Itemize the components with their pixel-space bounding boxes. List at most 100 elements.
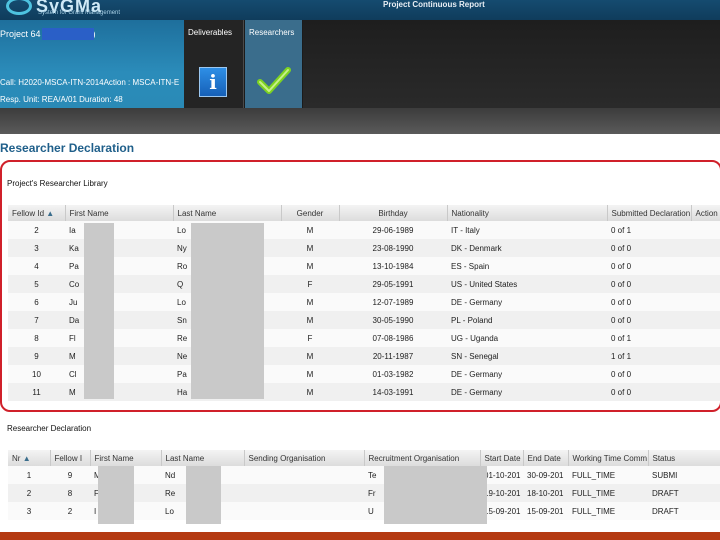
logo-subtitle: System for Grant Management (38, 10, 121, 16)
tab-researchers[interactable]: Researchers (245, 20, 302, 108)
cell-id: 4 (8, 257, 65, 275)
app-title: Project Continuous Report (383, 0, 485, 9)
cell-gender: M (281, 311, 339, 329)
tab-bar: Deliverables i Researchers (184, 20, 720, 108)
cell-submitted: 0 of 0 (607, 365, 691, 383)
cell-nr: 1 (8, 466, 50, 484)
col-submitted[interactable]: Submitted Declaration (607, 205, 692, 221)
table-row[interactable]: 5 Co Q F 29-05-1991 US - United States 0 of 0 (8, 275, 720, 293)
cell-birthday: 07-08-1986 (339, 329, 447, 347)
cell-gender: M (281, 221, 339, 239)
col-action[interactable]: Action (691, 205, 720, 221)
cell-gender: M (281, 293, 339, 311)
cell-first: Ia (65, 221, 173, 239)
tab-deliverables-label: Deliverables (188, 28, 233, 37)
cell-first: Pa (65, 257, 173, 275)
tab-bar-filler (303, 20, 720, 108)
cell-first: Ka (65, 239, 173, 257)
project-call: Call: H2020-MSCA-ITN-2014Action : MSCA-I… (0, 78, 180, 87)
col-fellow-id[interactable]: Fellow Id ▲ (8, 205, 66, 221)
cell-fellow: 8 (50, 484, 90, 502)
cell-sending (244, 502, 364, 520)
table-row[interactable]: 7 Da Sn M 30-05-1990 PL - Poland 0 of 0 (8, 311, 720, 329)
cell-gender: M (281, 239, 339, 257)
tab-deliverables[interactable]: Deliverables i (184, 20, 244, 108)
cell-submitted: 0 of 0 (607, 383, 691, 401)
table-header-row: Fellow Id ▲ First Name Last Name Gender … (8, 205, 720, 221)
table-row[interactable]: 3 Ka Ny M 23-08-1990 DK - Denmark 0 of 0 (8, 239, 720, 257)
cell-submitted: 0 of 0 (607, 257, 691, 275)
cell-gender: F (281, 275, 339, 293)
cell-action[interactable] (691, 311, 720, 329)
cell-action[interactable] (691, 275, 720, 293)
col-working-time[interactable]: Working Time Comm (568, 450, 649, 466)
col-start-date[interactable]: Start Date (480, 450, 524, 466)
table-row[interactable]: 11 M Ha M 14-03-1991 DE - Germany 0 of 0 (8, 383, 720, 401)
cell-gender: M (281, 365, 339, 383)
cell-first: Co (65, 275, 173, 293)
table-row[interactable]: 9 M Ne M 20-11-1987 SN - Senegal 1 of 1 (8, 347, 720, 365)
cell-gender: M (281, 347, 339, 365)
cell-nationality: US - United States (447, 275, 607, 293)
cell-id: 11 (8, 383, 65, 401)
cell-gender: M (281, 383, 339, 401)
col-status[interactable]: Status (648, 450, 720, 466)
cell-status: DRAFT (648, 502, 720, 520)
cell-birthday: 12-07-1989 (339, 293, 447, 311)
check-icon (257, 67, 291, 94)
cell-birthday: 13-10-1984 (339, 257, 447, 275)
cell-submitted: 0 of 0 (607, 311, 691, 329)
cell-action[interactable] (691, 365, 720, 383)
cell-id: 5 (8, 275, 65, 293)
col-gender[interactable]: Gender (281, 205, 340, 221)
project-resp-unit: Resp. Unit: REA/A/01 Duration: 48 (0, 95, 123, 104)
cell-first: Cl (65, 365, 173, 383)
col-last-name[interactable]: Last Name (161, 450, 245, 466)
cell-birthday: 30-05-1990 (339, 311, 447, 329)
cell-submitted: 0 of 1 (607, 329, 691, 347)
col-nr[interactable]: Nr ▲ (8, 450, 51, 466)
cell-nationality: IT - Italy (447, 221, 607, 239)
col-birthday[interactable]: Birthday (339, 205, 448, 221)
cell-action[interactable] (691, 293, 720, 311)
cell-action[interactable] (691, 239, 720, 257)
logo-mark-icon (6, 0, 32, 15)
table-row[interactable]: 2 Ia Lo M 29-06-1989 IT - Italy 0 of 1 (8, 221, 720, 239)
researcher-library-table: Fellow Id ▲ First Name Last Name Gender … (8, 205, 720, 401)
table-row[interactable]: 4 Pa Ro M 13-10-1984 ES - Spain 0 of 0 (8, 257, 720, 275)
cell-nationality: DK - Denmark (447, 239, 607, 257)
col-nationality[interactable]: Nationality (447, 205, 608, 221)
col-fellow[interactable]: Fellow I (50, 450, 91, 466)
cell-action[interactable] (691, 383, 720, 401)
col-first-name[interactable]: First Name (90, 450, 162, 466)
col-sending-org[interactable]: Sending Organisation (244, 450, 365, 466)
table-row[interactable]: 10 Cl Pa M 01-03-1982 DE - Germany 0 of 0 (8, 365, 720, 383)
sort-asc-icon: ▲ (46, 208, 55, 218)
cell-end: 18-10-201 (523, 484, 568, 502)
redaction-mask (384, 466, 487, 524)
cell-action[interactable] (691, 221, 720, 239)
cell-nr: 3 (8, 502, 50, 520)
cell-action[interactable] (691, 329, 720, 347)
col-first-name[interactable]: First Name (65, 205, 174, 221)
cell-status: DRAFT (648, 484, 720, 502)
top-strip: SyGMa System for Grant Management Projec… (0, 0, 720, 20)
cell-birthday: 01-03-1982 (339, 365, 447, 383)
col-last-name[interactable]: Last Name (173, 205, 282, 221)
cell-nationality: UG - Uganda (447, 329, 607, 347)
col-recruitment-org[interactable]: Recruitment Organisation (364, 450, 481, 466)
cell-id: 8 (8, 329, 65, 347)
cell-action[interactable] (691, 257, 720, 275)
cell-id: 7 (8, 311, 65, 329)
cell-gender: F (281, 329, 339, 347)
table-row[interactable]: 6 Ju Lo M 12-07-1989 DE - Germany 0 of 0 (8, 293, 720, 311)
cell-first: Fl (65, 329, 173, 347)
cell-action[interactable] (691, 347, 720, 365)
table-header-row: Nr ▲ Fellow I First Name Last Name Sendi… (8, 450, 720, 466)
cell-nationality: DE - Germany (447, 365, 607, 383)
cell-submitted: 0 of 0 (607, 275, 691, 293)
page-title: Researcher Declaration (0, 141, 135, 155)
col-end-date[interactable]: End Date (523, 450, 569, 466)
table-row[interactable]: 8 Fl Re F 07-08-1986 UG - Uganda 0 of 1 (8, 329, 720, 347)
cell-submitted: 1 of 1 (607, 347, 691, 365)
